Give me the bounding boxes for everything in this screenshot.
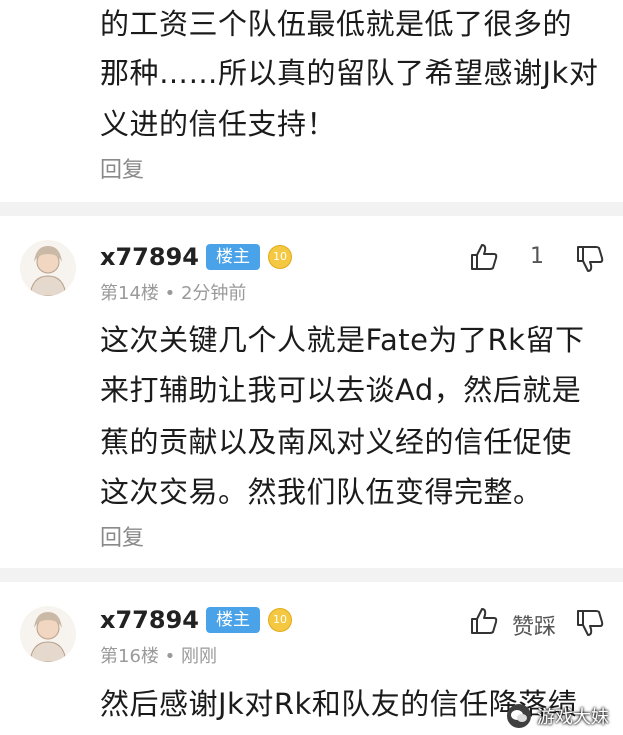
reply-button[interactable]: 回复 — [100, 152, 144, 184]
level-badge: 10 — [268, 608, 292, 632]
thumbs-up-icon[interactable] — [468, 605, 500, 637]
avatar-icon — [29, 246, 67, 296]
username[interactable]: x77894 — [100, 243, 199, 271]
comment-text-line: 蕉的贡献以及南风对义经的信任促使 — [100, 425, 573, 459]
avatar[interactable] — [20, 606, 76, 662]
thumbs-down-icon[interactable] — [574, 607, 606, 639]
thumbs-down-icon[interactable] — [574, 243, 606, 275]
comment-meta: 第16楼 • 刚刚 — [100, 646, 217, 667]
vote-count: 1 — [530, 244, 544, 269]
avatar-icon — [29, 612, 67, 662]
comment-text-line: 这次交易。然我们队伍变得完整。 — [100, 475, 543, 509]
username[interactable]: x77894 — [100, 606, 199, 634]
comment-meta: 第14楼 • 2分钟前 — [100, 283, 247, 304]
comment-text-line: 的工资三个队伍最低就是低了很多的 — [100, 7, 573, 41]
watermark: 游戏大妹 — [507, 703, 609, 729]
divider — [0, 568, 623, 582]
host-badge: 楼主 — [206, 244, 260, 270]
host-badge: 楼主 — [206, 607, 260, 633]
watermark-text: 游戏大妹 — [537, 707, 609, 728]
comment-text-line: 然后感谢Jk对Rk和队友的信任降落绩 — [100, 687, 578, 721]
thumbs-up-icon[interactable] — [468, 241, 500, 273]
vote-label: 赞踩 — [512, 615, 557, 640]
comment-text-line: 义进的信任支持！ — [100, 107, 337, 141]
comment-text-line: 这次关键几个人就是Fate为了Rk留下 — [100, 323, 585, 357]
divider — [0, 202, 623, 216]
avatar[interactable] — [20, 240, 76, 296]
comment-text-line: 来打辅助让我可以去谈Ad，然后就是 — [100, 373, 582, 407]
reply-button[interactable]: 回复 — [100, 520, 144, 552]
level-badge: 10 — [268, 245, 292, 269]
comment-text-line: 那种……所以真的留队了希望感谢Jk对 — [100, 56, 599, 90]
wechat-icon — [507, 704, 531, 728]
